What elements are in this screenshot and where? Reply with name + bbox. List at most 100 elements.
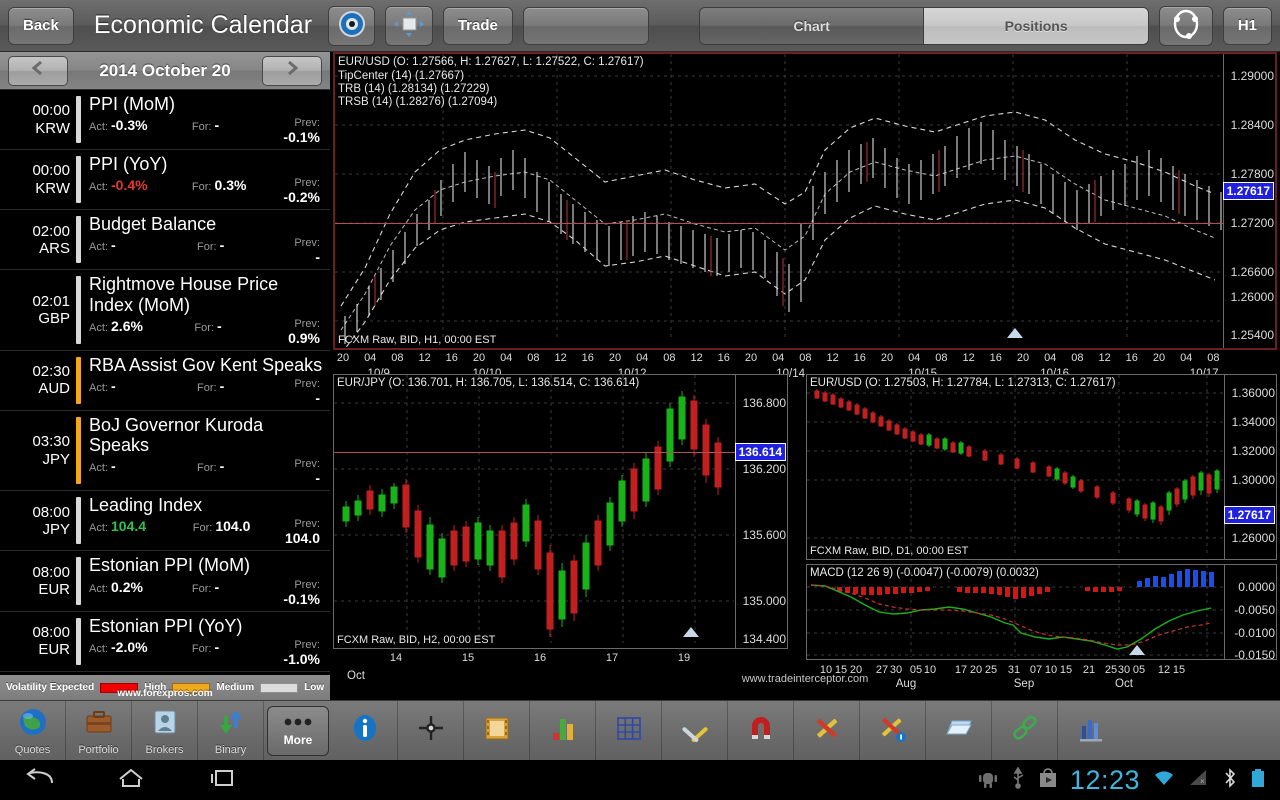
chart-macd-d1[interactable]: MACD (12 26 9) (-0.0047) (-0.0079) (0.00… <box>806 564 1277 660</box>
eurjpy-y-axis[interactable]: 136.800 136.200 135.600 135.000 134.400 <box>735 375 787 648</box>
tool-draw-info[interactable] <box>860 701 926 761</box>
alert-button[interactable] <box>1159 6 1213 46</box>
tool-info[interactable] <box>332 701 398 761</box>
event-stats: Act: -For: -Prev: - <box>89 237 324 265</box>
event-stats: Act: -0.3%For: -Prev: -0.1% <box>89 117 324 145</box>
date-navigator: 2014 October 20 <box>0 52 330 90</box>
calendar-event-row[interactable]: 08:00EUREstonian PPI (YoY)Act: -2.0%For:… <box>0 612 330 672</box>
calendar-event-row[interactable]: 02:01GBPRightmove House Price Index (MoM… <box>0 270 330 350</box>
eurusd-d1-y-axis[interactable]: 1.36000 1.34000 1.32000 1.30000 1.26000 <box>1224 375 1276 559</box>
tool-draw[interactable] <box>794 701 860 761</box>
appbar-label: Quotes <box>15 744 50 756</box>
tool-folder[interactable] <box>926 701 992 761</box>
event-currency: ARS <box>0 240 70 257</box>
event-title: RBA Assist Gov Kent Speaks <box>89 355 324 375</box>
blank-button[interactable] <box>523 7 649 45</box>
tool-chart-stack[interactable] <box>1058 701 1124 761</box>
event-stats: Act: -For: -Prev: - <box>89 458 324 486</box>
tool-grid[interactable] <box>596 701 662 761</box>
eurusd-d1-chart-source: FCXM Raw, BID, D1, 00:00 EST <box>810 545 968 557</box>
event-prev-value: - <box>315 390 320 406</box>
tool-settings[interactable] <box>662 701 728 761</box>
x-tick: 20 <box>609 352 621 364</box>
calendar-event-row[interactable]: 08:00JPYLeading IndexAct: 104.4For: 104.… <box>0 491 330 551</box>
event-act-label: Act: <box>89 382 108 394</box>
layout-button[interactable] <box>385 6 432 46</box>
x-tick: 17 <box>606 652 618 664</box>
event-prev-value: -0.1% <box>283 591 320 607</box>
main-chart-eurusd-h1[interactable]: EUR/USD (O: 1.27566, H: 1.27627, L: 1.27… <box>333 52 1277 350</box>
x-tick: 20 <box>337 352 349 364</box>
folder-icon <box>943 712 975 749</box>
event-prev-value: -0.1% <box>283 129 320 145</box>
event-currency: EUR <box>0 581 70 598</box>
next-day-button[interactable] <box>262 56 322 86</box>
chart-area: EUR/USD (O: 1.27566, H: 1.27627, L: 1.27… <box>330 52 1280 689</box>
tool-bar-chart[interactable] <box>530 701 596 761</box>
chart-eurusd-d1[interactable]: EUR/USD (O: 1.27503, H: 1.27784, L: 1.27… <box>806 374 1277 560</box>
event-body: Estonian PPI (MoM)Act: 0.2%For: -Prev: -… <box>89 555 324 606</box>
x-tick: 12 <box>826 352 838 364</box>
y-tick: -0.0100 <box>1234 626 1275 640</box>
calendar-event-row[interactable]: 03:30JPYBoJ Governor Kuroda SpeaksAct: -… <box>0 411 330 491</box>
x-tick: 12 <box>962 352 974 364</box>
calendar-event-row[interactable]: 08:00EUREstonian PPI (MoM)Act: 0.2%For: … <box>0 551 330 611</box>
event-act-value: 0.2% <box>111 579 143 595</box>
appbar-item-more[interactable]: More <box>267 706 329 756</box>
settings-button[interactable] <box>328 6 375 46</box>
x-tick: 19 <box>678 652 690 664</box>
calendar-event-row[interactable]: 09:00EURGerman PPI (MoM)Act: For: Prev: <box>0 672 330 673</box>
event-stats: Act: 2.6%For: -Prev: 0.9% <box>89 318 324 346</box>
y-tick: 1.25400 <box>1231 328 1274 342</box>
calendar-event-row[interactable]: 02:00ARSBudget BalanceAct: -For: -Prev: … <box>0 210 330 270</box>
link-icon <box>1009 712 1041 749</box>
eurusd-d1-canvas <box>807 375 1276 559</box>
x-tick: 16 <box>990 352 1002 364</box>
layout-icon <box>392 9 426 43</box>
event-list[interactable]: 00:00KRWPPI (MoM)Act: -0.3%For: -Prev: -… <box>0 90 330 673</box>
timeframe-button[interactable]: H1 <box>1223 7 1272 45</box>
prev-day-button[interactable] <box>8 56 68 86</box>
x-tick: 16 <box>1126 352 1138 364</box>
y-tick: 1.36000 <box>1232 386 1275 400</box>
event-volatility-bar <box>76 557 81 604</box>
tab-chart[interactable]: Chart <box>700 8 923 44</box>
event-act-value: - <box>111 237 116 253</box>
tool-magnet[interactable] <box>728 701 794 761</box>
macd-y-axis[interactable]: 0.0000 -0.0050 -0.0100 -0.0150 <box>1224 565 1276 659</box>
top-toolbar: Back Economic Calendar <box>0 0 1280 52</box>
back-button[interactable]: Back <box>8 7 74 45</box>
event-act-label: Act: <box>89 121 108 133</box>
trade-button[interactable]: Trade <box>443 7 513 45</box>
appbar-item-brokers[interactable]: Brokers <box>132 701 198 761</box>
tool-crosshair[interactable] <box>398 701 464 761</box>
android-back-icon[interactable] <box>22 767 56 794</box>
appbar-label: Portfolio <box>78 744 118 756</box>
svg-text:×: × <box>1200 777 1205 786</box>
tab-positions[interactable]: Positions <box>923 8 1147 44</box>
tool-link[interactable] <box>992 701 1058 761</box>
main-chart-y-axis[interactable]: 1.29000 1.28400 1.27800 1.27200 1.26600 … <box>1223 54 1275 348</box>
x-tick: 08 <box>527 352 539 364</box>
event-time: 08:00 <box>0 504 70 521</box>
event-prev-label: Prev: <box>294 518 320 530</box>
page-title: Economic Calendar <box>84 11 318 40</box>
appbar-item-portfolio[interactable]: Portfolio <box>66 701 132 761</box>
main-chart-indicator-0: TipCenter (14) (1.27667) <box>338 70 464 83</box>
calendar-event-row[interactable]: 00:00KRWPPI (MoM)Act: -0.3%For: -Prev: -… <box>0 90 330 150</box>
appbar-item-binary[interactable]: Binary <box>198 701 264 761</box>
event-title: PPI (MoM) <box>89 94 324 114</box>
macd-chart-title: MACD (12 26 9) (-0.0047) (-0.0079) (0.00… <box>810 567 1039 580</box>
android-home-icon[interactable] <box>114 767 148 794</box>
event-act-label: Act: <box>89 462 108 474</box>
y-tick: 134.400 <box>743 632 786 646</box>
x-tick: 12 <box>554 352 566 364</box>
x-tick: 04 <box>772 352 784 364</box>
android-recents-icon[interactable] <box>206 767 240 794</box>
calendar-event-row[interactable]: 00:00KRWPPI (YoY)Act: -0.4%For: 0.3%Prev… <box>0 150 330 210</box>
tool-filmstrip[interactable] <box>464 701 530 761</box>
chart-eurjpy-h2[interactable]: EUR/JPY (O: 136.701, H: 136.705, L: 136.… <box>333 374 788 649</box>
calendar-event-row[interactable]: 02:30AUDRBA Assist Gov Kent SpeaksAct: -… <box>0 351 330 411</box>
event-act-label: Act: <box>89 583 108 595</box>
appbar-item-quotes[interactable]: Quotes <box>0 701 66 761</box>
